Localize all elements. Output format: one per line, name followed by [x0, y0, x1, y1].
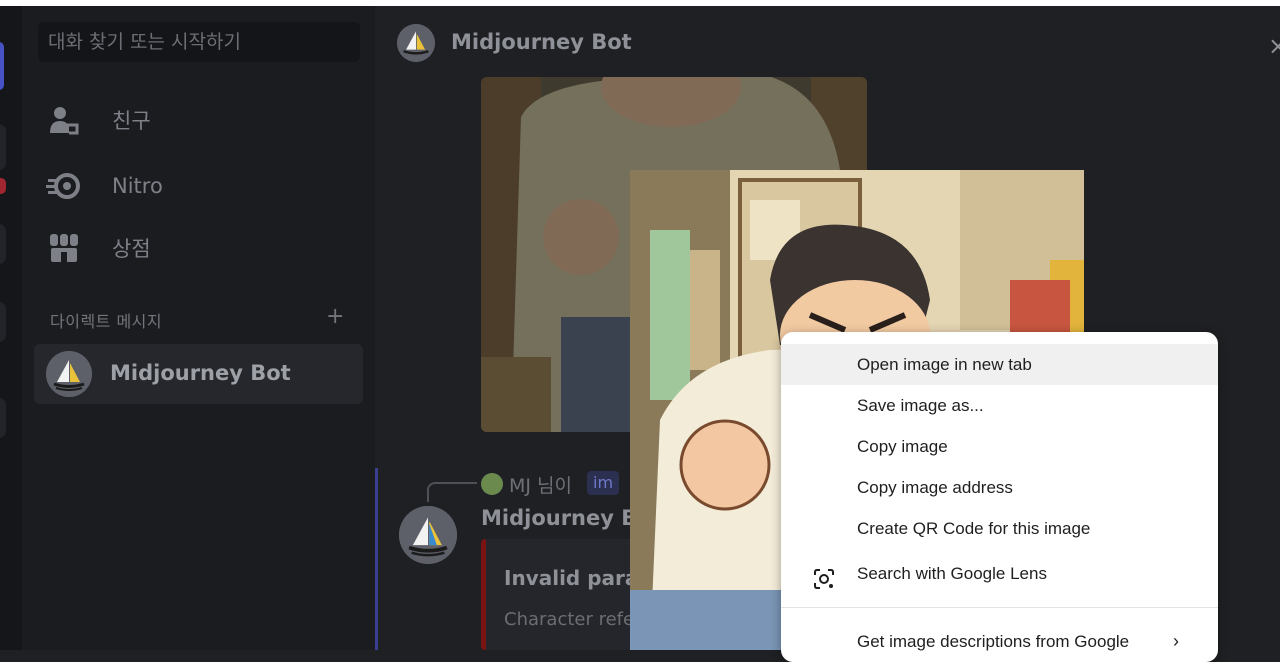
command-tag[interactable]: im	[587, 471, 620, 495]
search-input[interactable]: 대화 찾기 또는 시작하기	[38, 22, 360, 62]
dm-sidebar: 대화 찾기 또는 시작하기 친구 Nitro 상점 다이렉트 메시지 + Mid…	[22, 6, 375, 650]
avatar	[397, 24, 435, 62]
home-server-button[interactable]	[0, 42, 4, 90]
message-author[interactable]: Midjourney Bo	[481, 506, 652, 530]
menu-copy-image[interactable]: Copy image	[781, 426, 1218, 467]
avatar	[46, 351, 92, 397]
friends-icon	[46, 102, 82, 138]
google-lens-icon	[813, 563, 835, 589]
close-icon[interactable]: ×	[1268, 32, 1280, 60]
dm-item-name: Midjourney Bot	[110, 361, 291, 385]
reply-connector	[427, 482, 477, 502]
nitro-icon	[46, 168, 82, 204]
embed-description: Character refe	[504, 609, 635, 630]
nav-friends[interactable]: 친구	[46, 98, 151, 142]
server-icon[interactable]	[0, 124, 6, 170]
server-icon[interactable]	[0, 302, 6, 342]
shop-icon	[46, 230, 82, 266]
avatar	[481, 473, 503, 495]
context-menu: Open image in new tab Save image as... C…	[781, 332, 1218, 662]
menu-separator	[781, 607, 1218, 608]
chevron-right-icon: ›	[1173, 631, 1179, 651]
chat-header: Midjourney Bot ×	[375, 6, 1280, 76]
menu-open-image-new-tab[interactable]: Open image in new tab	[781, 344, 1218, 385]
notification-badge	[0, 178, 6, 194]
nav-nitro-label: Nitro	[112, 174, 163, 198]
add-dm-button[interactable]: +	[326, 304, 344, 329]
nav-shop[interactable]: 상점	[46, 226, 151, 270]
server-rail	[0, 6, 22, 650]
avatar[interactable]	[399, 506, 457, 564]
nav-friends-label: 친구	[112, 109, 151, 133]
server-icon[interactable]	[0, 398, 6, 438]
menu-search-google-lens[interactable]: Search with Google Lens	[781, 552, 1218, 596]
reply-user[interactable]: MJ 님이	[509, 471, 572, 498]
dm-item-midjourney-bot[interactable]: Midjourney Bot	[34, 344, 363, 404]
message-highlight-bar	[375, 468, 378, 650]
server-icon[interactable]	[0, 224, 6, 264]
dm-section-header: 다이렉트 메시지	[50, 312, 163, 331]
menu-copy-image-address[interactable]: Copy image address	[781, 467, 1218, 508]
nav-shop-label: 상점	[112, 237, 151, 261]
nav-nitro[interactable]: Nitro	[46, 164, 163, 208]
menu-save-image-as[interactable]: Save image as...	[781, 385, 1218, 426]
menu-create-qr-code[interactable]: Create QR Code for this image	[781, 508, 1218, 549]
menu-get-image-descriptions[interactable]: Get image descriptions from Google ›	[781, 621, 1218, 662]
page-title: Midjourney Bot	[451, 30, 632, 54]
